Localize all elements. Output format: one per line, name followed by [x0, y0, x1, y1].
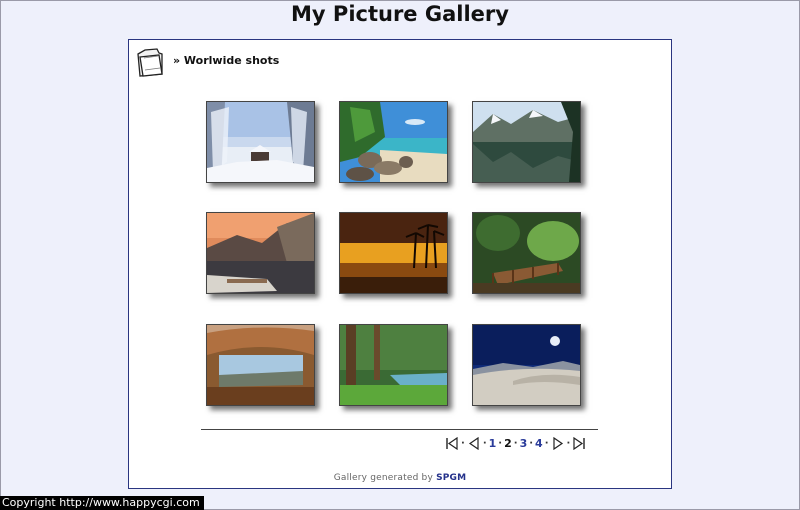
- thumb-mountain-lake[interactable]: [472, 101, 581, 183]
- first-page-icon[interactable]: [445, 436, 459, 450]
- page-title: My Picture Gallery: [291, 2, 509, 26]
- folder-icon: [135, 45, 165, 77]
- thumb-palm-sunset[interactable]: [339, 212, 448, 294]
- thumb-sunset-mountains[interactable]: [206, 212, 315, 294]
- breadcrumb[interactable]: » Worlwide shots: [173, 54, 279, 67]
- pagination: · · 1 · 2 · 3 · 4 · ·: [445, 436, 586, 450]
- page-link-3[interactable]: 3: [520, 437, 528, 450]
- last-page-icon[interactable]: [572, 436, 586, 450]
- thumb-forest-bridge[interactable]: [472, 212, 581, 294]
- separator-line: [201, 429, 598, 430]
- footer-text: Gallery generated by: [333, 473, 433, 483]
- next-page-icon[interactable]: [551, 436, 565, 450]
- thumb-tropical-beach[interactable]: [339, 101, 448, 183]
- spgm-link[interactable]: SPGM: [436, 473, 466, 483]
- thumb-winter-cabin[interactable]: [206, 101, 315, 183]
- thumb-moon-dunes[interactable]: [472, 324, 581, 406]
- previous-page-icon[interactable]: [467, 436, 481, 450]
- copyright-banner: Copyright http://www.happycgi.com: [0, 496, 204, 510]
- thumb-forest-river[interactable]: [339, 324, 448, 406]
- gallery-panel: » Worlwide shots · · 1 · 2 · 3 · 4 · · G…: [128, 39, 672, 489]
- page-link-4[interactable]: 4: [535, 437, 543, 450]
- thumb-rock-arch[interactable]: [206, 324, 315, 406]
- footer: Gallery generated by SPGM: [129, 473, 671, 483]
- current-page: 2: [504, 436, 512, 450]
- page-link-1[interactable]: 1: [489, 437, 497, 450]
